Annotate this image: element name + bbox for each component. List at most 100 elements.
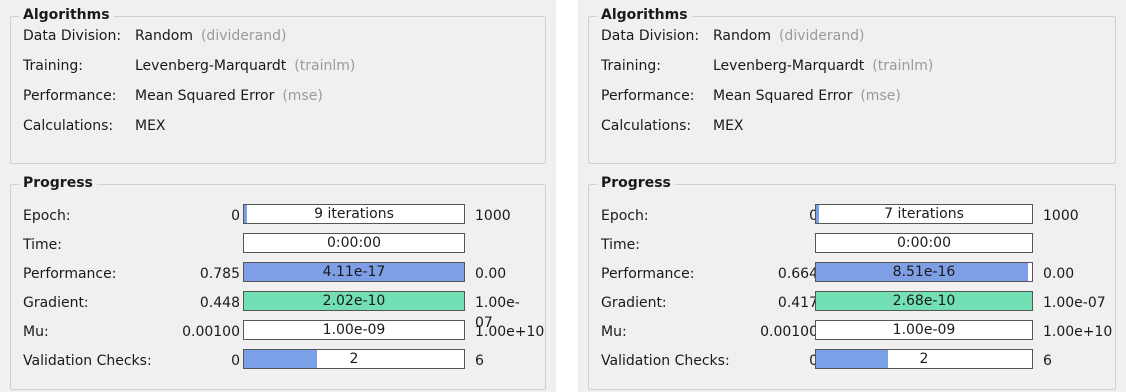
progress-row-mu: Mu: 0.00100 1.00e-09 1.00e+10 <box>601 320 1112 344</box>
progress-row-epoch: Epoch: 0 7 iterations 1000 <box>601 204 1107 228</box>
algorithm-label: Performance: <box>601 88 695 104</box>
progress-row-performance: Performance: 0.785 4.11e-17 0.00 <box>23 262 537 286</box>
progress-current: 0:00:00 <box>897 235 951 251</box>
algorithm-code: (mse) <box>860 88 901 104</box>
algorithm-label: Training: <box>23 58 83 74</box>
progress-current: 2 <box>349 351 359 367</box>
progress-group: Progress Epoch: 0 7 iterations 1000 Time… <box>588 175 1116 390</box>
progress-bar: 1.00e-09 <box>815 320 1033 340</box>
progress-bar: 7 iterations <box>815 204 1033 224</box>
progress-target: 1.00e+10 <box>475 324 545 340</box>
algorithm-code: (trainlm) <box>872 58 934 74</box>
progress-row-validation-checks: Validation Checks: 0 2 6 <box>23 349 537 373</box>
progress-row-time: Time: 0:00:00 <box>601 233 1107 257</box>
algorithm-row-data-division: Data Division: Random (dividerand) <box>23 25 286 47</box>
progress-label: Mu: <box>601 324 627 340</box>
progress-bar: 9 iterations <box>243 204 465 224</box>
algorithm-row-calculations: Calculations: MEX <box>23 115 174 137</box>
progress-row-validation-checks: Validation Checks: 0 2 6 <box>601 349 1107 373</box>
progress-current: 8.51e-16 <box>892 264 956 280</box>
progress-label: Performance: <box>601 266 695 282</box>
algorithm-code: (dividerand) <box>200 28 287 44</box>
progress-label: Time: <box>23 237 62 253</box>
algorithm-value: MEX <box>135 118 166 134</box>
algorithm-label: Performance: <box>23 88 117 104</box>
progress-label: Gradient: <box>23 295 89 311</box>
progress-target: 1.00e-07 <box>1043 295 1106 311</box>
progress-label: Time: <box>601 237 640 253</box>
progress-bar: 1.00e-09 <box>243 320 465 340</box>
algorithm-row-calculations: Calculations: MEX <box>601 115 752 137</box>
progress-row-mu: Mu: 0.00100 1.00e-09 1.00e+10 <box>23 320 544 344</box>
algorithm-code: (trainlm) <box>294 58 356 74</box>
algorithm-label: Training: <box>601 58 661 74</box>
progress-target: 6 <box>475 353 484 369</box>
progress-initial: 0.00100 <box>182 324 240 340</box>
progress-current: 9 iterations <box>314 206 394 222</box>
progress-target: 1000 <box>475 208 511 224</box>
progress-label: Mu: <box>23 324 49 340</box>
progress-row-epoch: Epoch: 0 9 iterations 1000 <box>23 204 537 228</box>
algorithms-group: Algorithms Data Division: Random (dividera… <box>588 7 1116 164</box>
progress-initial: 0.785 <box>199 266 240 282</box>
progress-row-performance: Performance: 0.664 8.51e-16 0.00 <box>601 262 1107 286</box>
algorithm-row-performance: Performance: Mean Squared Error (mse) <box>23 85 323 107</box>
algorithms-group: Algorithms Data Division: Random (dividera… <box>10 7 546 164</box>
progress-target: 1000 <box>1043 208 1079 224</box>
progress-label: Validation Checks: <box>601 353 730 369</box>
progress-initial: 0.00100 <box>760 324 818 340</box>
algorithm-row-training: Training: Levenberg-Marquardt (trainlm) <box>601 55 933 77</box>
algorithm-value: Mean Squared Error <box>713 88 853 104</box>
algorithm-value: Mean Squared Error <box>135 88 275 104</box>
progress-bar: 0:00:00 <box>815 233 1033 253</box>
progress-bar: 2.68e-10 <box>815 291 1033 311</box>
progress-current: 7 iterations <box>884 206 964 222</box>
progress-bar: 8.51e-16 <box>815 262 1033 282</box>
progress-target: 6 <box>1043 353 1052 369</box>
algorithms-title: Algorithms <box>19 7 114 23</box>
progress-bar: 2 <box>243 349 465 369</box>
algorithm-value: Random <box>713 28 771 44</box>
panel-divider <box>556 0 578 392</box>
progress-bar: 2 <box>815 349 1033 369</box>
progress-initial: 0.448 <box>199 295 240 311</box>
algorithm-label: Calculations: <box>601 118 692 134</box>
progress-label: Validation Checks: <box>23 353 152 369</box>
progress-group: Progress Epoch: 0 9 iterations 1000 Time… <box>10 175 546 390</box>
progress-target: 0.00 <box>1043 266 1075 282</box>
progress-bar: 2.02e-10 <box>243 291 465 311</box>
algorithm-value: Levenberg-Marquardt <box>135 58 287 74</box>
progress-title: Progress <box>597 175 675 191</box>
progress-current: 1.00e-09 <box>322 322 386 338</box>
progress-initial: 0.417 <box>777 295 818 311</box>
progress-label: Gradient: <box>601 295 667 311</box>
progress-current: 2.68e-10 <box>892 293 956 309</box>
progress-target: 0.00 <box>475 266 507 282</box>
progress-bar: 4.11e-17 <box>243 262 465 282</box>
algorithm-label: Calculations: <box>23 118 114 134</box>
algorithm-code: (dividerand) <box>778 28 865 44</box>
algorithms-title: Algorithms <box>597 7 692 23</box>
progress-bar: 0:00:00 <box>243 233 465 253</box>
progress-current: 4.11e-17 <box>322 264 386 280</box>
algorithm-value: Levenberg-Marquardt <box>713 58 865 74</box>
progress-row-gradient: Gradient: 0.417 2.68e-10 1.00e-07 <box>601 291 1107 315</box>
progress-label: Performance: <box>23 266 117 282</box>
algorithm-value: MEX <box>713 118 744 134</box>
algorithm-label: Data Division: <box>601 28 700 44</box>
algorithm-row-training: Training: Levenberg-Marquardt (trainlm) <box>23 55 355 77</box>
progress-current: 2.02e-10 <box>322 293 386 309</box>
progress-current: 0:00:00 <box>327 235 381 251</box>
training-panel-left: Algorithms Data Division: Random (dividera… <box>0 0 556 392</box>
progress-initial: 0.664 <box>777 266 818 282</box>
training-panel-right: Algorithms Data Division: Random (dividera… <box>578 0 1126 392</box>
progress-current: 2 <box>919 351 929 367</box>
progress-title: Progress <box>19 175 97 191</box>
algorithm-row-performance: Performance: Mean Squared Error (mse) <box>601 85 901 107</box>
progress-current: 1.00e-09 <box>892 322 956 338</box>
progress-label: Epoch: <box>601 208 649 224</box>
algorithm-row-data-division: Data Division: Random (dividerand) <box>601 25 864 47</box>
progress-label: Epoch: <box>23 208 71 224</box>
progress-target: 1.00e+10 <box>1043 324 1113 340</box>
progress-initial: 0 <box>231 353 240 369</box>
